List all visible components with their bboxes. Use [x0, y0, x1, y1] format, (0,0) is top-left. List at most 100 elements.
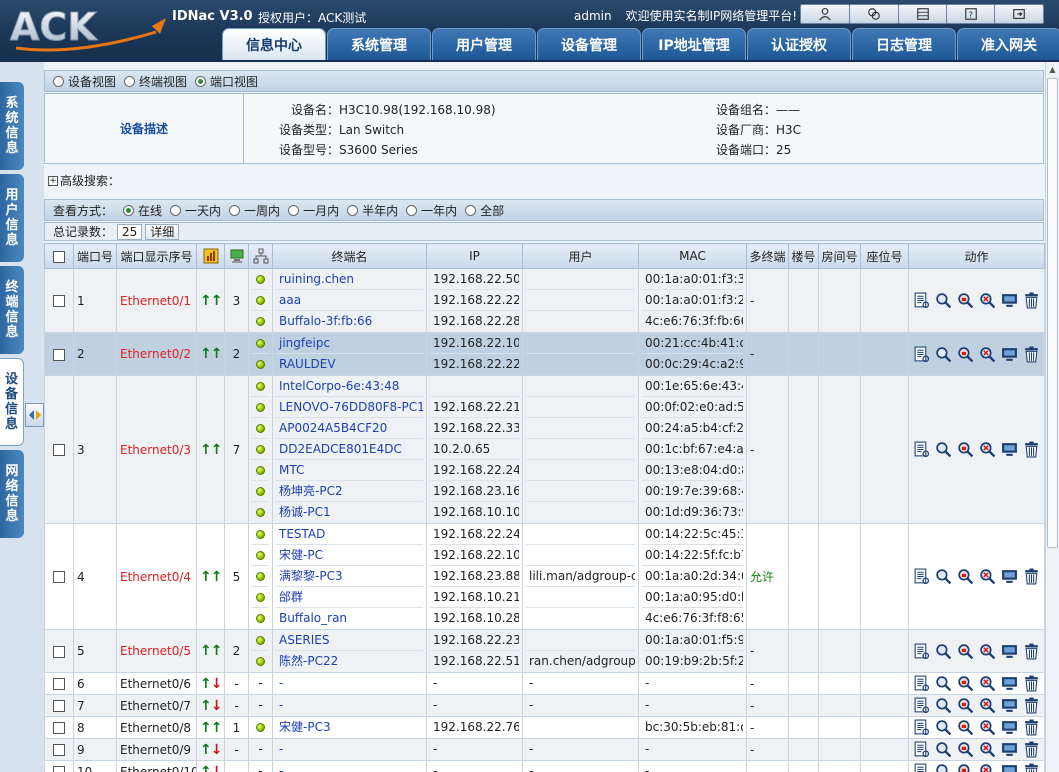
- delete-search-button[interactable]: [978, 697, 996, 715]
- radio-half-year[interactable]: 半年内: [347, 202, 398, 219]
- row-select-cell[interactable]: [44, 523, 74, 630]
- col-terminal-name[interactable]: 终端名: [272, 243, 427, 269]
- col-multi-terminal[interactable]: 多终端: [746, 243, 789, 269]
- row-select-cell[interactable]: [44, 375, 74, 524]
- monitor-button[interactable]: [1000, 642, 1018, 660]
- terminal-name[interactable]: 邰群: [276, 587, 423, 608]
- col-port-seq[interactable]: 端口显示序号: [116, 243, 197, 269]
- report-button[interactable]: [912, 741, 930, 759]
- side-tab-system-info[interactable]: 系统信息: [0, 82, 24, 170]
- row-select-cell[interactable]: [44, 629, 74, 673]
- delete-search-button[interactable]: [978, 642, 996, 660]
- detail-button[interactable]: 详细: [145, 223, 180, 240]
- report-button[interactable]: [912, 441, 930, 459]
- row-select-cell[interactable]: [44, 672, 74, 695]
- row-select-cell[interactable]: [44, 760, 74, 772]
- delete-search-button[interactable]: [978, 675, 996, 693]
- search-button[interactable]: [934, 741, 952, 759]
- port-name[interactable]: Ethernet0/7: [116, 694, 197, 717]
- row-checkbox[interactable]: [53, 744, 65, 756]
- report-button[interactable]: [912, 675, 930, 693]
- lock-search-button[interactable]: [956, 441, 974, 459]
- monitor-button[interactable]: [1000, 697, 1018, 715]
- search-button[interactable]: [934, 642, 952, 660]
- monitor-button[interactable]: [1000, 345, 1018, 363]
- radio-terminal-view[interactable]: 终端视图: [124, 73, 187, 90]
- advanced-search-toggle[interactable]: + 高级搜索：: [48, 172, 120, 189]
- search-button[interactable]: [934, 441, 952, 459]
- radio-one-month[interactable]: 一月内: [288, 202, 339, 219]
- terminal-name[interactable]: IntelCorpo-6e:43:48: [276, 377, 423, 397]
- trash-button[interactable]: [1022, 441, 1040, 459]
- search-button[interactable]: [934, 568, 952, 586]
- help-button[interactable]: ?: [946, 4, 996, 24]
- lock-search-button[interactable]: [956, 292, 974, 310]
- switch-button[interactable]: [849, 4, 899, 24]
- tab-auth[interactable]: 认证授权: [747, 28, 851, 60]
- terminal-name[interactable]: DD2EADCE801E4DC: [276, 439, 423, 460]
- report-button[interactable]: [912, 697, 930, 715]
- row-checkbox[interactable]: [53, 766, 65, 772]
- search-button[interactable]: [934, 763, 952, 772]
- row-checkbox[interactable]: [53, 444, 65, 456]
- row-checkbox[interactable]: [53, 678, 65, 690]
- tab-info-center[interactable]: 信息中心: [222, 28, 326, 60]
- radio-online[interactable]: 在线: [123, 202, 162, 219]
- lock-search-button[interactable]: [956, 345, 974, 363]
- port-name[interactable]: Ethernet0/8: [116, 716, 197, 739]
- search-button[interactable]: [934, 697, 952, 715]
- monitor-button[interactable]: [1000, 719, 1018, 737]
- delete-search-button[interactable]: [978, 441, 996, 459]
- lock-search-button[interactable]: [956, 675, 974, 693]
- row-select-cell[interactable]: [44, 694, 74, 717]
- port-name[interactable]: Ethernet0/3: [116, 375, 197, 524]
- row-select-cell[interactable]: [44, 716, 74, 739]
- collapse-toggle-button[interactable]: [25, 403, 44, 427]
- terminal-name[interactable]: TESTAD: [276, 525, 423, 545]
- port-name[interactable]: Ethernet0/10: [116, 760, 197, 772]
- terminal-name[interactable]: jingfeipc: [276, 334, 423, 354]
- terminal-name[interactable]: AP0024A5B4CF20: [276, 418, 423, 439]
- tab-device-management[interactable]: 设备管理: [537, 28, 641, 60]
- table-row[interactable]: 5 Ethernet0/5 ↑↑ 2 ASERIES 陈然-PC22 192.168.22.…: [44, 629, 1045, 673]
- search-button[interactable]: [934, 345, 952, 363]
- report-button[interactable]: [912, 292, 930, 310]
- row-checkbox[interactable]: [53, 722, 65, 734]
- scroll-thumb[interactable]: [1047, 78, 1058, 548]
- table-row[interactable]: 4 Ethernet0/4 ↑↑ 5 TESTAD 宋健-PC 满黎黎-PC3 邰群 Buffa…: [44, 523, 1045, 630]
- trash-button[interactable]: [1022, 568, 1040, 586]
- search-button[interactable]: [934, 675, 952, 693]
- row-checkbox[interactable]: [53, 645, 65, 658]
- delete-search-button[interactable]: [978, 741, 996, 759]
- radio-all[interactable]: 全部: [465, 202, 504, 219]
- scroll-up-icon[interactable]: ▲: [1046, 62, 1059, 76]
- lock-search-button[interactable]: [956, 642, 974, 660]
- terminal-name[interactable]: 杨诚-PC1: [276, 502, 423, 523]
- report-button[interactable]: [912, 568, 930, 586]
- terminal-name[interactable]: ASERIES: [276, 631, 423, 651]
- monitor-button[interactable]: [1000, 675, 1018, 693]
- col-port-no[interactable]: 端口号: [73, 243, 117, 269]
- terminal-name[interactable]: MTC: [276, 460, 423, 481]
- terminal-name[interactable]: 陈然-PC22: [276, 651, 423, 672]
- side-tab-terminal-info[interactable]: 终端信息: [0, 266, 24, 354]
- port-name[interactable]: Ethernet0/5: [116, 629, 197, 673]
- tab-access-gateway[interactable]: 准入网关: [957, 28, 1059, 60]
- side-tab-network-info[interactable]: 网络信息: [0, 450, 24, 538]
- trash-button[interactable]: [1022, 719, 1040, 737]
- terminal-name[interactable]: Buffalo-3f:fb:66: [276, 311, 423, 332]
- table-row[interactable]: 1 Ethernet0/1 ↑↑ 3 ruining.chen aaa Buffalo-3f…: [44, 268, 1045, 333]
- report-button[interactable]: [912, 719, 930, 737]
- row-select-cell[interactable]: [44, 738, 74, 761]
- trash-button[interactable]: [1022, 741, 1040, 759]
- vertical-scrollbar[interactable]: ▲: [1045, 62, 1059, 772]
- side-tab-device-info[interactable]: 设备信息: [0, 358, 24, 446]
- table-row[interactable]: 10 Ethernet0/10 ↑↓ - - - - - - -: [44, 760, 1045, 772]
- terminal-name[interactable]: ruining.chen: [276, 270, 423, 290]
- radio-port-view[interactable]: 端口视图: [195, 73, 258, 90]
- lock-search-button[interactable]: [956, 763, 974, 772]
- row-checkbox[interactable]: [53, 295, 65, 307]
- row-checkbox[interactable]: [53, 348, 65, 361]
- terminal-name[interactable]: LENOVO-76DD80F8-PC1: [276, 397, 423, 418]
- delete-search-button[interactable]: [978, 345, 996, 363]
